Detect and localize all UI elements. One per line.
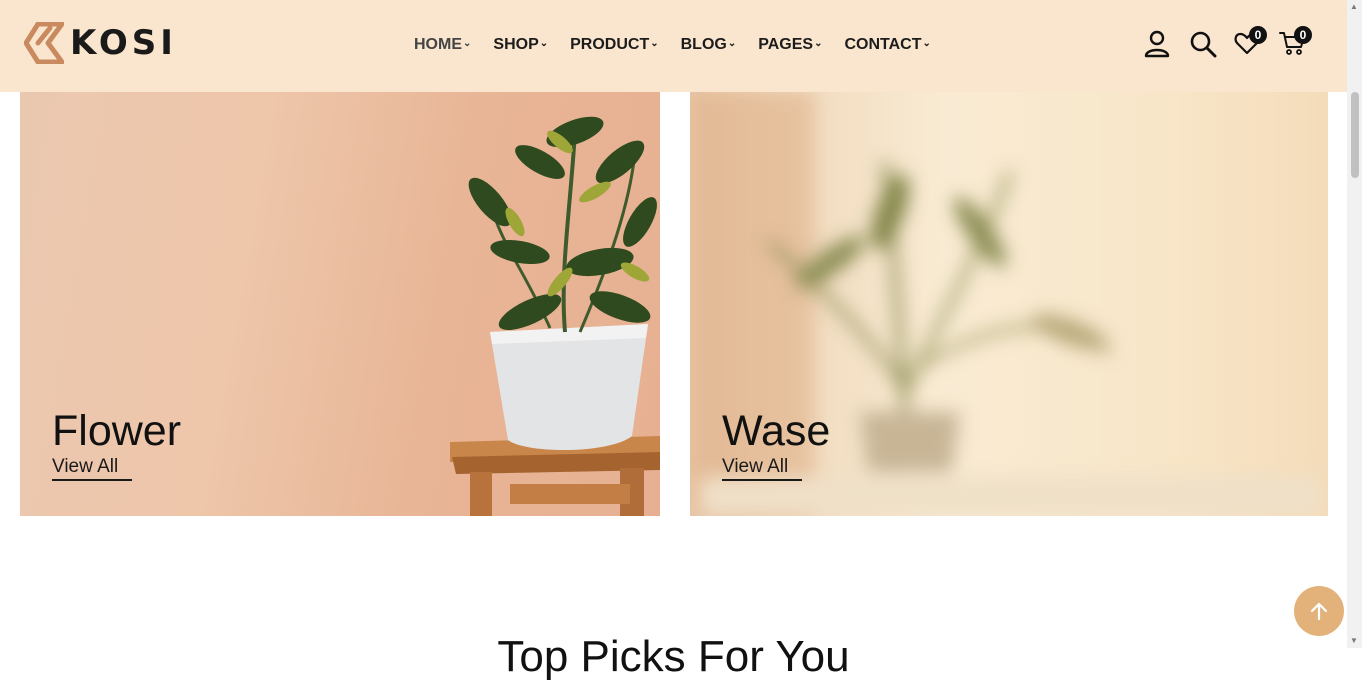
- nav-item-label: CONTACT: [844, 36, 922, 53]
- scroll-down-arrow-icon[interactable]: ▼: [1350, 636, 1358, 645]
- scrollbar-thumb[interactable]: [1351, 92, 1359, 178]
- nav-item-product[interactable]: PRODUCT ⌄: [570, 34, 659, 56]
- nav-item-home[interactable]: HOME ⌄: [414, 34, 471, 56]
- nav-item-blog[interactable]: BLOG ⌄: [681, 34, 737, 56]
- main-nav: HOME ⌄ SHOP ⌄ PRODUCT ⌄ BLOG ⌄ PAGES ⌄ CONTAC…: [414, 34, 953, 56]
- nav-item-label: SHOP: [493, 36, 539, 53]
- wishlist-button[interactable]: 0: [1232, 26, 1267, 60]
- nav-item-label: PAGES: [758, 36, 814, 53]
- section-title: Top Picks For You: [497, 632, 850, 681]
- nav-item-shop[interactable]: SHOP ⌄: [493, 34, 548, 56]
- category-title: Wase: [722, 407, 831, 455]
- nav-item-label: PRODUCT: [570, 36, 650, 53]
- category-banner-flower[interactable]: Flower View All: [20, 92, 660, 516]
- category-title: Flower: [52, 407, 182, 455]
- search-icon: [1190, 31, 1217, 58]
- view-all-link[interactable]: View All: [52, 456, 133, 481]
- user-icon: [1144, 30, 1170, 58]
- brand-logo[interactable]: KOSI: [24, 22, 177, 64]
- chevron-down-icon: ⌄: [463, 38, 472, 49]
- chevron-down-icon: ⌄: [539, 38, 549, 49]
- back-to-top-button[interactable]: [1294, 586, 1344, 636]
- nav-item-pages[interactable]: PAGES ⌄: [758, 34, 822, 56]
- nav-item-contact[interactable]: CONTACT ⌄: [844, 34, 930, 56]
- brand-name: KOSI: [70, 23, 177, 63]
- search-button[interactable]: [1187, 26, 1217, 60]
- scroll-up-arrow-icon[interactable]: ▲: [1350, 2, 1358, 11]
- nav-item-label: HOME: [414, 36, 462, 53]
- chevron-down-icon: ⌄: [814, 38, 823, 49]
- logo-mark-icon: [24, 22, 64, 64]
- account-button[interactable]: [1142, 26, 1172, 60]
- cart-button[interactable]: 0: [1277, 26, 1312, 60]
- chevron-down-icon: ⌄: [650, 38, 659, 49]
- arrow-up-icon: [1310, 602, 1328, 621]
- page-scrollbar[interactable]: ▲ ▼: [1347, 0, 1362, 648]
- site-header: KOSI HOME ⌄ SHOP ⌄ PRODUCT ⌄ BLOG ⌄ PAGES ⌄ C…: [0, 0, 1347, 92]
- cart-count-badge: 0: [1294, 26, 1312, 44]
- header-actions: 0 0: [1142, 26, 1322, 60]
- nav-item-label: BLOG: [680, 36, 727, 53]
- view-all-link[interactable]: View All: [722, 456, 803, 481]
- category-banner-wase[interactable]: Wase View All: [690, 92, 1328, 516]
- wishlist-count-badge: 0: [1249, 26, 1267, 44]
- chevron-down-icon: ⌄: [922, 38, 931, 49]
- chevron-down-icon: ⌄: [727, 38, 737, 49]
